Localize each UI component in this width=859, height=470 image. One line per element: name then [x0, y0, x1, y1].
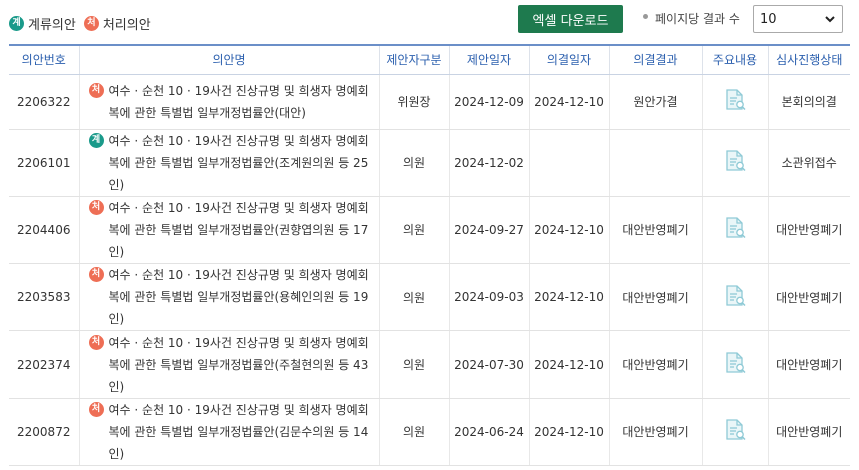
- review-status: 대안반영폐기: [767, 263, 850, 332]
- per-page-label: 페이지당 결과 수: [655, 12, 740, 26]
- summary-cell: [701, 74, 768, 130]
- table-row: 2206322 처 여수 · 순천 10 · 19사건 진상규명 및 희생자 명…: [9, 74, 850, 130]
- bill-title-link[interactable]: 여수 · 순천 10 · 19사건 진상규명 및 희생자 명예회복에 관한 특별…: [109, 399, 375, 465]
- bill-title-cell: 처 여수 · 순천 10 · 19사건 진상규명 및 희생자 명예회복에 관한 …: [78, 196, 379, 265]
- col-summary: 주요내용: [701, 44, 768, 75]
- review-status: 본회의의결: [767, 74, 850, 130]
- document-search-icon[interactable]: [722, 283, 748, 309]
- proposed-date: 2024-09-03: [448, 263, 529, 332]
- document-search-icon[interactable]: [722, 87, 748, 113]
- review-status: 소관위접수: [767, 129, 850, 197]
- proposer-type: 의원: [378, 129, 449, 197]
- col-proposed-date[interactable]: 제안일자: [448, 44, 529, 75]
- status-badge-icon: 처: [88, 199, 104, 215]
- proposer-type: 위원장: [378, 74, 449, 130]
- proposed-date: 2024-06-24: [448, 398, 529, 466]
- table-body: 2206322 처 여수 · 순천 10 · 19사건 진상규명 및 희생자 명…: [9, 74, 850, 466]
- decided-date: [528, 129, 609, 197]
- table-row: 2206101 계 여수 · 순천 10 · 19사건 진상규명 및 희생자 명…: [9, 129, 850, 197]
- review-status: 대안반영폐기: [767, 330, 850, 399]
- decision-result: [608, 129, 702, 197]
- legend: 계 계류의안 처 처리의안: [9, 14, 159, 33]
- chevron-down-icon: [825, 16, 835, 23]
- legend-pending-label: 계류의안: [28, 18, 76, 33]
- proposed-date: 2024-12-09: [448, 74, 529, 130]
- summary-cell: [701, 129, 768, 197]
- bill-title-cell: 처 여수 · 순천 10 · 19사건 진상규명 및 희생자 명예회복에 관한 …: [78, 398, 379, 466]
- proposed-date: 2024-07-30: [448, 330, 529, 399]
- bill-title-cell: 처 여수 · 순천 10 · 19사건 진상규명 및 희생자 명예회복에 관한 …: [78, 263, 379, 332]
- col-decision-result[interactable]: 의결결과: [608, 44, 702, 75]
- bill-title-link[interactable]: 여수 · 순천 10 · 19사건 진상규명 및 희생자 명예회복에 관한 특별…: [109, 130, 375, 196]
- table-header-row: 의안번호 의안명 제안자구분 제안일자 의결일자 의결결과 주요내용 심사진행상…: [9, 44, 850, 75]
- table-row: 2202374 처 여수 · 순천 10 · 19사건 진상규명 및 희생자 명…: [9, 330, 850, 399]
- document-search-icon[interactable]: [722, 148, 748, 174]
- toolbar: 계 계류의안 처 처리의안 엑셀 다운로드 페이지당 결과 수 10: [0, 0, 859, 44]
- legend-processed: 처 처리의안: [83, 14, 151, 33]
- proposer-type: 의원: [378, 263, 449, 332]
- proposed-date: 2024-12-02: [448, 129, 529, 197]
- bill-title-cell: 처 여수 · 순천 10 · 19사건 진상규명 및 희생자 명예회복에 관한 …: [78, 330, 379, 399]
- bill-no: 2204406: [9, 196, 79, 265]
- bill-table: 의안번호 의안명 제안자구분 제안일자 의결일자 의결결과 주요내용 심사진행상…: [9, 44, 850, 466]
- legend-processed-label: 처리의안: [102, 18, 151, 33]
- proposer-type: 의원: [378, 398, 449, 466]
- document-search-icon[interactable]: [722, 215, 748, 241]
- col-proposer-type[interactable]: 제안자구분: [378, 44, 449, 75]
- bill-no: 2202374: [9, 330, 79, 399]
- table-row: 2200872 처 여수 · 순천 10 · 19사건 진상규명 및 희생자 명…: [9, 398, 850, 466]
- decided-date: 2024-12-10: [528, 263, 609, 332]
- legend-pending: 계 계류의안: [9, 14, 76, 33]
- processed-badge-icon: 처: [83, 16, 99, 31]
- col-review-status[interactable]: 심사진행상태: [767, 44, 850, 75]
- bill-no: 2206101: [9, 129, 79, 197]
- col-decided-date[interactable]: 의결일자: [528, 44, 609, 75]
- proposer-type: 의원: [378, 330, 449, 399]
- summary-cell: [701, 330, 768, 399]
- decided-date: 2024-12-10: [528, 74, 609, 130]
- table-row: 2204406 처 여수 · 순천 10 · 19사건 진상규명 및 희생자 명…: [9, 196, 850, 265]
- summary-cell: [701, 398, 768, 466]
- decision-result: 대안반영폐기: [608, 330, 702, 399]
- decision-result: 대안반영폐기: [608, 196, 702, 265]
- status-badge-icon: 처: [88, 82, 104, 98]
- pending-badge-icon: 계: [9, 16, 24, 31]
- bill-no: 2200872: [9, 398, 79, 466]
- status-badge-icon: 처: [88, 401, 104, 417]
- review-status: 대안반영폐기: [767, 398, 850, 466]
- bill-no: 2203583: [9, 263, 79, 332]
- col-bill-no[interactable]: 의안번호: [9, 44, 79, 75]
- bill-title-link[interactable]: 여수 · 순천 10 · 19사건 진상규명 및 희생자 명예회복에 관한 특별…: [109, 197, 375, 263]
- decision-result: 대안반영폐기: [608, 398, 702, 466]
- bill-title-link[interactable]: 여수 · 순천 10 · 19사건 진상규명 및 희생자 명예회복에 관한 특별…: [109, 332, 375, 398]
- bill-title-link[interactable]: 여수 · 순천 10 · 19사건 진상규명 및 희생자 명예회복에 관한 특별…: [109, 264, 375, 330]
- summary-cell: [701, 196, 768, 265]
- decided-date: 2024-12-10: [528, 330, 609, 399]
- status-badge-icon: 처: [88, 334, 104, 350]
- per-page-label-group: 페이지당 결과 수: [643, 10, 740, 27]
- bullet-icon: [643, 14, 648, 19]
- per-page-select[interactable]: 10: [753, 5, 843, 33]
- document-search-icon[interactable]: [722, 417, 748, 443]
- bill-title-cell: 처 여수 · 순천 10 · 19사건 진상규명 및 희생자 명예회복에 관한 …: [78, 74, 379, 130]
- status-badge-icon: 처: [88, 267, 104, 283]
- status-badge-icon: 계: [88, 132, 104, 148]
- review-status: 대안반영폐기: [767, 196, 850, 265]
- document-search-icon[interactable]: [722, 350, 748, 376]
- decision-result: 대안반영폐기: [608, 263, 702, 332]
- bill-title-link[interactable]: 여수 · 순천 10 · 19사건 진상규명 및 희생자 명예회복에 관한 특별…: [109, 80, 375, 124]
- decision-result: 원안가결: [608, 74, 702, 130]
- summary-cell: [701, 263, 768, 332]
- table-row: 2203583 처 여수 · 순천 10 · 19사건 진상규명 및 희생자 명…: [9, 263, 850, 332]
- proposer-type: 의원: [378, 196, 449, 265]
- decided-date: 2024-12-10: [528, 196, 609, 265]
- per-page-value: 10: [760, 11, 777, 27]
- decided-date: 2024-12-10: [528, 398, 609, 466]
- excel-download-button[interactable]: 엑셀 다운로드: [518, 5, 623, 33]
- bill-no: 2206322: [9, 74, 79, 130]
- bill-title-cell: 계 여수 · 순천 10 · 19사건 진상규명 및 희생자 명예회복에 관한 …: [78, 129, 379, 197]
- proposed-date: 2024-09-27: [448, 196, 529, 265]
- col-bill-title[interactable]: 의안명: [78, 44, 379, 75]
